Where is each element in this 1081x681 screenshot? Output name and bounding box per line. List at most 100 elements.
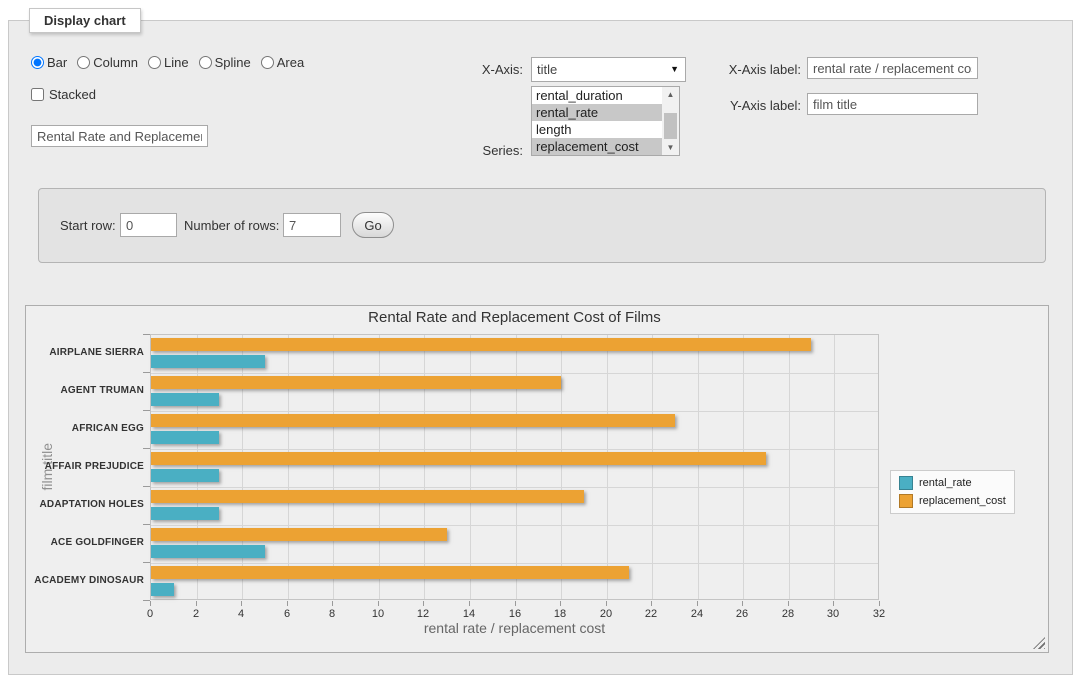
go-button[interactable]: Go bbox=[352, 212, 394, 238]
y-axis-label-label: Y-Axis label: bbox=[649, 98, 801, 113]
bar-replacement_cost bbox=[151, 490, 584, 503]
x-tick-label: 0 bbox=[137, 608, 163, 620]
series-listbox: rental_durationrental_ratelengthreplacem… bbox=[531, 86, 680, 156]
x-tick-label: 8 bbox=[319, 608, 345, 620]
x-tick-label: 18 bbox=[547, 608, 573, 620]
chart-type-radio-area[interactable] bbox=[261, 56, 274, 69]
scroll-down-icon[interactable]: ▼ bbox=[662, 140, 679, 155]
bar-rental_rate bbox=[151, 507, 219, 520]
x-tick bbox=[150, 601, 151, 606]
series-option-length[interactable]: length bbox=[532, 121, 662, 138]
gridline-h bbox=[151, 449, 878, 450]
chart-type-group: Bar Column Line Spline Area bbox=[31, 55, 310, 70]
x-tick-label: 2 bbox=[183, 608, 209, 620]
chart-type-label: Bar bbox=[47, 55, 67, 70]
x-tick bbox=[332, 601, 333, 606]
chart-title-input[interactable] bbox=[31, 125, 208, 147]
x-axis-select-label: X-Axis: bbox=[429, 62, 523, 77]
chart-type-label: Spline bbox=[215, 55, 251, 70]
chart-legend: rental_rate replacement_cost bbox=[890, 470, 1015, 514]
category-label: AFRICAN EGG bbox=[26, 423, 144, 434]
x-tick-label: 30 bbox=[820, 608, 846, 620]
gridline-v bbox=[242, 335, 243, 599]
num-rows-input[interactable] bbox=[283, 213, 341, 237]
y-tick bbox=[143, 334, 150, 335]
resize-handle-icon[interactable] bbox=[1033, 637, 1045, 649]
x-tick bbox=[742, 601, 743, 606]
chart-type-radio-column[interactable] bbox=[77, 56, 90, 69]
bar-replacement_cost bbox=[151, 376, 561, 389]
legend-swatch bbox=[899, 476, 913, 490]
chart-type-label: Line bbox=[164, 55, 189, 70]
y-tick bbox=[143, 448, 150, 449]
series-option-replacement_cost[interactable]: replacement_cost bbox=[532, 138, 662, 155]
bar-rental_rate bbox=[151, 393, 219, 406]
x-tick-label: 20 bbox=[593, 608, 619, 620]
gridline-v bbox=[607, 335, 608, 599]
chart-title: Rental Rate and Replacement Cost of Film… bbox=[150, 309, 879, 326]
x-tick bbox=[287, 601, 288, 606]
x-tick bbox=[879, 601, 880, 606]
start-row-input[interactable] bbox=[120, 213, 177, 237]
display-chart-fieldset: Display chart BarColumnLineSplineArea St… bbox=[8, 20, 1073, 675]
bar-replacement_cost bbox=[151, 452, 766, 465]
category-label: AGENT TRUMAN bbox=[26, 385, 144, 396]
bar-replacement_cost bbox=[151, 414, 675, 427]
series-label: Series: bbox=[429, 143, 523, 158]
start-row-label: Start row: bbox=[60, 218, 116, 233]
x-tick bbox=[788, 601, 789, 606]
row-controls-panel: Start row: Number of rows: Go bbox=[38, 188, 1046, 263]
gridline-v bbox=[470, 335, 471, 599]
gridline-v bbox=[561, 335, 562, 599]
legend-swatch bbox=[899, 494, 913, 508]
num-rows-label: Number of rows: bbox=[184, 218, 279, 233]
x-tick-label: 12 bbox=[410, 608, 436, 620]
series-option-rental_rate[interactable]: rental_rate bbox=[532, 104, 662, 121]
y-tick bbox=[143, 372, 150, 373]
legend-item-replacement_cost[interactable]: replacement_cost bbox=[899, 494, 1006, 508]
chart-type-label: Area bbox=[277, 55, 304, 70]
series-option-rental_duration[interactable]: rental_duration bbox=[532, 87, 662, 104]
chart-type-bar[interactable]: Bar bbox=[31, 55, 67, 70]
gridline-v bbox=[652, 335, 653, 599]
bar-replacement_cost bbox=[151, 338, 811, 351]
gridline-v bbox=[424, 335, 425, 599]
x-tick bbox=[241, 601, 242, 606]
gridline-v bbox=[698, 335, 699, 599]
y-axis-label-input[interactable] bbox=[807, 93, 978, 115]
category-label: AIRPLANE SIERRA bbox=[26, 347, 144, 358]
stacked-checkbox[interactable] bbox=[31, 88, 44, 101]
category-label: ACE GOLDFINGER bbox=[26, 537, 144, 548]
chart-type-radio-line[interactable] bbox=[148, 56, 161, 69]
x-tick bbox=[606, 601, 607, 606]
x-tick bbox=[469, 601, 470, 606]
x-tick bbox=[697, 601, 698, 606]
stacked-checkbox-row[interactable]: Stacked bbox=[31, 87, 96, 102]
x-axis-label-input[interactable] bbox=[807, 57, 978, 79]
x-tick-label: 10 bbox=[365, 608, 391, 620]
gridline-h bbox=[151, 373, 878, 374]
scroll-thumb[interactable] bbox=[664, 113, 677, 139]
chart-type-line[interactable]: Line bbox=[148, 55, 189, 70]
gridline-h bbox=[151, 525, 878, 526]
bar-rental_rate bbox=[151, 431, 219, 444]
chart-type-spline[interactable]: Spline bbox=[199, 55, 251, 70]
legend-item-rental_rate[interactable]: rental_rate bbox=[899, 476, 1006, 490]
chart-panel: Rental Rate and Replacement Cost of Film… bbox=[25, 305, 1049, 653]
chart-type-radio-bar[interactable] bbox=[31, 56, 44, 69]
x-tick-label: 24 bbox=[684, 608, 710, 620]
gridline-v bbox=[197, 335, 198, 599]
x-tick-label: 28 bbox=[775, 608, 801, 620]
gridline-v bbox=[516, 335, 517, 599]
chart-type-radio-spline[interactable] bbox=[199, 56, 212, 69]
chart-type-area[interactable]: Area bbox=[261, 55, 304, 70]
x-tick bbox=[423, 601, 424, 606]
chart-type-column[interactable]: Column bbox=[77, 55, 138, 70]
plot-area bbox=[150, 334, 879, 600]
x-tick bbox=[515, 601, 516, 606]
bar-rental_rate bbox=[151, 469, 219, 482]
gridline-v bbox=[743, 335, 744, 599]
x-tick-label: 26 bbox=[729, 608, 755, 620]
x-tick-label: 4 bbox=[228, 608, 254, 620]
x-tick-label: 32 bbox=[866, 608, 892, 620]
